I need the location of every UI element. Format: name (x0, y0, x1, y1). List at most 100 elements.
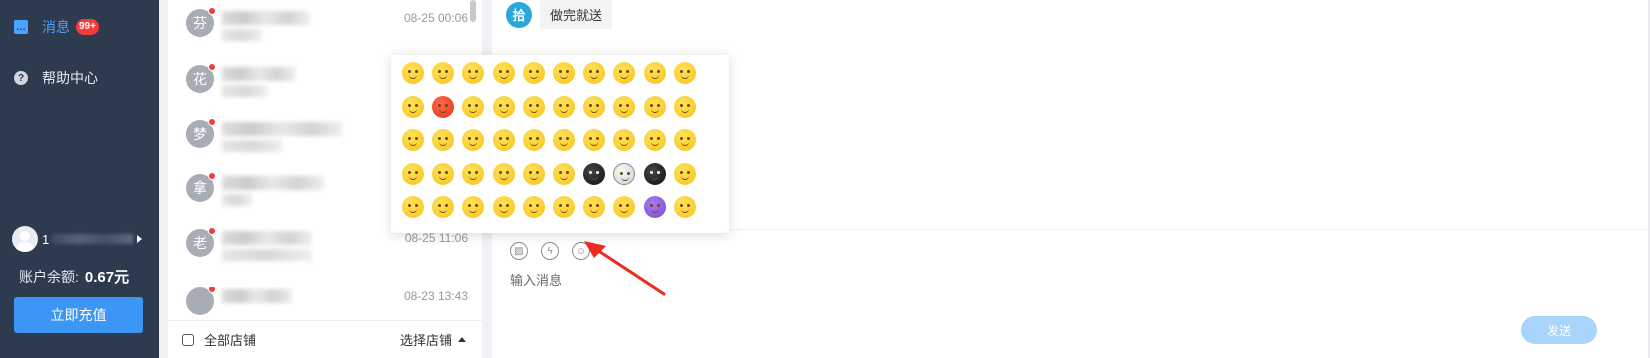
emoji-item[interactable] (613, 196, 636, 218)
emoji-item[interactable] (462, 196, 485, 218)
emoji-item[interactable] (583, 62, 606, 84)
emoji-item[interactable] (522, 129, 545, 151)
unread-dot (208, 118, 216, 126)
message-icon: … (14, 20, 28, 34)
emoji-item[interactable] (553, 62, 575, 84)
emoji-item[interactable] (402, 95, 424, 118)
emoji-item[interactable] (402, 196, 424, 218)
emoji-item[interactable] (613, 162, 636, 185)
recharge-button[interactable]: 立即充值 (14, 297, 143, 333)
emoji-item[interactable] (492, 95, 515, 118)
annotation-arrow (584, 241, 666, 296)
conversation-time: 08-25 11:06 (404, 231, 468, 245)
sidebar: … 消息 99+ ? 帮助中心 1 账户余额: 0.67元 立即充值 (0, 0, 159, 358)
contact-name-redacted (222, 176, 324, 190)
emoji-item[interactable] (583, 95, 606, 118)
emoji-item[interactable] (643, 62, 666, 84)
emoji-picker (391, 55, 729, 233)
message-bubble: 做完就送 (540, 0, 613, 29)
avatar (12, 226, 38, 252)
chevron-right-icon (137, 235, 143, 243)
choose-store-label: 选择店铺 (399, 333, 452, 348)
emoji-item[interactable] (402, 62, 424, 84)
emoji-item[interactable] (432, 129, 455, 151)
emoji-item[interactable] (522, 62, 545, 84)
unread-badge: 99+ (76, 19, 99, 35)
contact-name-redacted (222, 67, 296, 81)
user-name: 1 (42, 231, 50, 247)
list-item[interactable]: 老 08-25 11:06 (186, 227, 476, 269)
emoji-item[interactable] (402, 129, 424, 151)
store-icon (182, 333, 194, 346)
contact-name-redacted (222, 11, 310, 25)
emoji-item[interactable] (583, 196, 606, 218)
all-stores-label[interactable]: 全部店铺 (204, 330, 256, 349)
emoji-item[interactable] (613, 62, 636, 84)
balance-value: 0.67元 (84, 269, 130, 286)
lightning-icon[interactable]: ϟ (541, 242, 559, 260)
unread-dot (208, 172, 216, 180)
list-item[interactable]: 08-23 13:43 (186, 287, 476, 315)
emoji-item[interactable] (673, 95, 696, 118)
emoji-item[interactable] (643, 196, 666, 218)
preview-redacted (222, 249, 312, 261)
emoji-item[interactable] (613, 129, 636, 151)
emoji-item[interactable] (462, 95, 485, 118)
emoji-item[interactable] (432, 162, 455, 185)
emoji-item[interactable] (492, 62, 515, 84)
emoji-item[interactable] (643, 129, 666, 151)
help-icon: ? (14, 71, 28, 85)
unread-dot (208, 227, 216, 235)
unread-dot (208, 7, 216, 15)
emoji-item[interactable] (402, 162, 424, 185)
contact-name-redacted (222, 289, 292, 303)
contact-name-redacted (222, 122, 342, 136)
emoji-item[interactable] (462, 62, 485, 84)
emoji-item[interactable] (432, 95, 455, 118)
emoji-item[interactable] (492, 196, 515, 218)
emoji-item[interactable] (462, 129, 485, 151)
emoji-item[interactable] (432, 196, 455, 218)
emoji-item[interactable] (643, 162, 666, 185)
emoji-item[interactable] (522, 162, 545, 185)
send-button[interactable]: 发送 (1521, 316, 1597, 344)
image-icon[interactable]: ▨ (510, 242, 528, 260)
conversation-footer: 全部店铺 选择店铺 (168, 320, 482, 358)
emoji-item[interactable] (522, 196, 545, 218)
chat-message: 拾 做完就送 (506, 0, 613, 29)
emoji-item[interactable] (522, 95, 545, 118)
choose-store-dropdown[interactable]: 选择店铺 (400, 330, 466, 349)
emoji-item[interactable] (553, 196, 575, 218)
unread-dot (208, 63, 216, 71)
emoji-item[interactable] (553, 162, 575, 185)
message-input[interactable]: 输入消息 (510, 270, 562, 289)
emoji-item[interactable] (492, 162, 515, 185)
nav-item-label: 消息 (42, 19, 70, 35)
emoji-item[interactable] (553, 95, 575, 118)
emoji-item[interactable] (583, 129, 606, 151)
preview-redacted (222, 85, 268, 97)
unread-dot (208, 287, 216, 293)
emoji-item[interactable] (492, 129, 515, 151)
emoji-item[interactable] (673, 196, 696, 218)
user-menu[interactable]: 1 (12, 226, 143, 252)
emoji-item[interactable] (673, 129, 696, 151)
conversation-time: 08-25 00:06 (403, 11, 468, 25)
emoji-item[interactable] (673, 162, 696, 185)
emoji-item[interactable] (583, 162, 606, 185)
emoji-item[interactable] (462, 162, 485, 185)
nav-item-help[interactable]: ? 帮助中心 (14, 68, 98, 88)
preview-redacted (222, 29, 262, 41)
emoji-item[interactable] (432, 62, 455, 84)
list-item[interactable]: 芬 08-25 00:06 (186, 7, 476, 49)
nav-item-label: 帮助中心 (42, 70, 98, 86)
avatar: 拾 (506, 1, 532, 28)
emoji-item[interactable] (553, 129, 575, 151)
emoji-item[interactable] (613, 95, 636, 118)
balance-label: 账户余额: (19, 269, 79, 285)
emoji-item[interactable] (643, 95, 666, 118)
caret-up-icon (458, 337, 466, 342)
user-name-redacted (51, 234, 134, 244)
nav-item-messages[interactable]: … 消息 99+ (14, 17, 99, 37)
emoji-item[interactable] (673, 62, 696, 84)
